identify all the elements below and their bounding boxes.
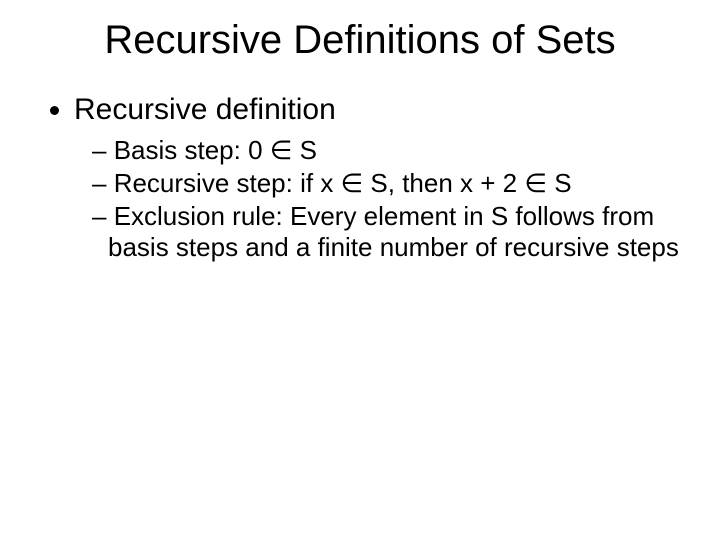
slide-title: Recursive Definitions of Sets (40, 18, 680, 63)
bullet-item-1: Recursive definition Basis step: 0 ∈ S R… (74, 91, 680, 263)
slide: Recursive Definitions of Sets Recursive … (0, 0, 720, 540)
bullet-text-1: Recursive definition (74, 93, 336, 126)
sub-item-3: Exclusion rule: Every element in S follo… (92, 201, 680, 263)
sub-text-2: Recursive step: if x ∈ S, then x + 2 ∈ S (114, 168, 572, 198)
sub-item-1: Basis step: 0 ∈ S (92, 135, 680, 166)
sub-item-2: Recursive step: if x ∈ S, then x + 2 ∈ S (92, 168, 680, 199)
sub-list: Basis step: 0 ∈ S Recursive step: if x ∈… (74, 135, 680, 264)
sub-text-1: Basis step: 0 ∈ S (114, 135, 317, 165)
bullet-list: Recursive definition Basis step: 0 ∈ S R… (40, 91, 680, 263)
sub-text-3: Exclusion rule: Every element in S follo… (108, 201, 679, 262)
